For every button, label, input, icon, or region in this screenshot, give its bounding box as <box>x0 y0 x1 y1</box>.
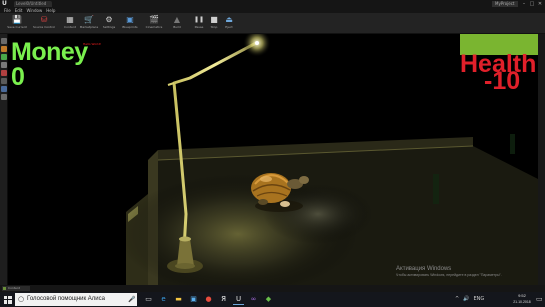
microphone-icon[interactable]: 🎤 <box>128 295 135 304</box>
mode-extra-icon[interactable] <box>1 94 7 100</box>
stop-button[interactable]: ■ Stop <box>207 14 221 33</box>
maximize-button[interactable]: □ <box>529 1 535 7</box>
game-scene <box>118 34 538 285</box>
task-view-icon[interactable]: ▭ <box>143 294 154 305</box>
close-button[interactable]: ✕ <box>537 1 543 7</box>
unreal-logo-icon: U <box>2 0 7 7</box>
source-control-button[interactable]: ⛁ Source Control <box>33 14 55 33</box>
main-toolbar: 💾 Save Current ⛁ Source Control ▦ Conten… <box>0 13 545 34</box>
unreal-icon[interactable]: U <box>233 294 244 305</box>
mode-tool-icon[interactable] <box>1 86 7 92</box>
taskbar-clock[interactable]: 9:52 21.10.2018 <box>510 293 534 305</box>
windows-taskbar: ○ Голосовой помощник Алиса 🎤 ▭ e ▬ ▣ ● Я U ∞ ◆ ^… <box>0 292 545 307</box>
clock-date: 21.10.2018 <box>513 300 531 304</box>
source-control-icon: ⛁ <box>40 15 48 24</box>
cinematics-icon: 🎬 <box>149 15 159 24</box>
content-icon: ▦ <box>66 15 74 24</box>
project-name: MyProject <box>492 1 518 7</box>
content-browser-tab[interactable]: Content Browser <box>2 286 30 295</box>
save-button[interactable]: 💾 Save Current <box>7 14 27 33</box>
health-value: -10 <box>484 67 521 95</box>
debug-message: Hello World! <box>83 42 102 46</box>
right-edge-panel <box>538 34 545 285</box>
save-icon: 💾 <box>12 15 22 24</box>
title-bar: U Level0/Untitled MyProject – □ ✕ <box>0 0 545 8</box>
pause-icon: ❚❚ <box>193 16 205 23</box>
blueprints-icon: ▣ <box>126 15 134 24</box>
settings-button[interactable]: ⚙ Settings <box>101 14 117 33</box>
unreal-editor-window: U Level0/Untitled MyProject – □ ✕ File E… <box>0 0 545 307</box>
eject-button[interactable]: ⏏ Eject <box>222 14 236 33</box>
marketplace-icon: 🛒 <box>84 15 94 24</box>
level-tab[interactable]: Level0/Untitled <box>14 1 52 7</box>
minimize-button[interactable]: – <box>521 1 527 7</box>
watermark-title: Активация Windows <box>396 266 452 272</box>
edge-icon[interactable]: e <box>158 294 169 305</box>
mode-mesh-icon[interactable] <box>1 78 7 84</box>
marketplace-button[interactable]: 🛒 Marketplace <box>79 14 99 33</box>
content-browser-icon <box>3 287 6 290</box>
search-icon: ○ <box>18 295 25 303</box>
settings-icon: ⚙ <box>105 15 113 24</box>
watermark-subtitle: Чтобы активировать Windows, перейдите в … <box>396 273 502 277</box>
eject-icon: ⏏ <box>225 15 233 24</box>
app-icon[interactable]: ◆ <box>263 294 274 305</box>
yandex-icon[interactable]: Я <box>218 294 229 305</box>
start-button[interactable] <box>0 292 15 307</box>
build-icon: ▲ <box>173 15 181 24</box>
mode-foliage-icon[interactable] <box>1 62 7 68</box>
mode-landscape-icon[interactable] <box>1 54 7 60</box>
language-indicator[interactable]: ENG <box>473 294 484 305</box>
pause-button[interactable]: ❚❚ Pause <box>192 14 206 33</box>
money-value: 0 <box>11 63 25 91</box>
visual-studio-icon[interactable]: ∞ <box>248 294 259 305</box>
mode-paint-icon[interactable] <box>1 46 7 52</box>
system-tray: ^ 🔊 ENG <box>455 294 484 305</box>
search-placeholder: Голосовой помощник Алиса <box>27 296 105 302</box>
window-controls: – □ ✕ <box>521 1 543 7</box>
mode-geometry-icon[interactable] <box>1 70 7 76</box>
game-viewport[interactable]: Money 0 Hello World! Health -10 Активаци… <box>8 34 538 285</box>
lamp-bulb <box>243 34 271 57</box>
notification-center-icon[interactable]: ▭ <box>536 295 543 304</box>
build-button[interactable]: ▲ Build <box>170 14 184 33</box>
chrome-icon[interactable]: ● <box>203 294 214 305</box>
store-icon[interactable]: ▣ <box>188 294 199 305</box>
mode-place-icon[interactable] <box>1 38 7 44</box>
stop-icon: ■ <box>210 15 218 24</box>
blueprints-button[interactable]: ▣ Blueprints <box>120 14 140 33</box>
money-label: Money <box>11 38 88 66</box>
cinematics-button[interactable]: 🎬 Cinematics <box>144 14 164 33</box>
windows-activation-watermark: Активация Windows Чтобы активировать Win… <box>396 265 502 278</box>
bottom-panel-bar: Content Browser <box>0 285 545 295</box>
tray-expand-icon[interactable]: ^ <box>455 294 459 305</box>
content-button[interactable]: ▦ Content <box>63 14 77 33</box>
file-explorer-icon[interactable]: ▬ <box>173 294 184 305</box>
windows-logo-icon <box>3 295 12 304</box>
volume-icon[interactable]: 🔊 <box>463 294 469 305</box>
taskbar-search[interactable]: ○ Голосовой помощник Алиса 🎤 <box>15 293 137 306</box>
modes-panel <box>0 34 8 285</box>
